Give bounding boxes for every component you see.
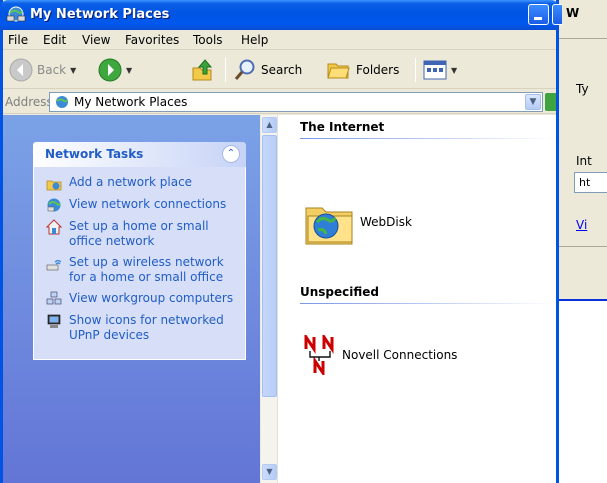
item-label: WebDisk: [360, 215, 412, 229]
scroll-up-icon[interactable]: ▲: [262, 117, 277, 133]
group-title-unspecified: Unspecified: [300, 285, 380, 299]
task-label: View network connections: [69, 197, 227, 211]
item-label: Novell Connections: [342, 348, 458, 362]
chevron-down-icon: ▼: [126, 65, 133, 75]
task-label: Show icons for networked UPnP devices: [69, 313, 224, 342]
forward-button[interactable]: ▼: [98, 55, 132, 85]
up-folder-button[interactable]: [191, 55, 213, 85]
task-view-network-connections[interactable]: View network connections: [34, 197, 245, 213]
toolbar: Back ▼ ▼ Search Folders ▼: [3, 51, 556, 89]
folders-label: Folders: [356, 63, 400, 77]
task-workgroup-computers[interactable]: View workgroup computers: [34, 291, 245, 307]
task-home-network[interactable]: Set up a home or small office network: [34, 219, 245, 249]
address-input[interactable]: My Network Places ▼: [49, 92, 543, 112]
add-network-place-icon: [46, 180, 62, 191]
task-label: Add a network place: [69, 175, 193, 189]
group-title-internet: The Internet: [300, 120, 385, 134]
menu-bar: File Edit View Favorites Tools Help: [3, 30, 556, 50]
views-icon: [423, 60, 447, 80]
dialog-view-link[interactable]: Vi: [576, 218, 587, 232]
toolbar-separator: [225, 58, 226, 82]
scrollbar-thumb[interactable]: [262, 135, 277, 397]
network-tasks-title: Network Tasks: [45, 147, 144, 161]
folders-button[interactable]: Folders: [326, 55, 399, 85]
back-button[interactable]: Back ▼: [9, 55, 76, 85]
minimize-button[interactable]: [528, 4, 549, 25]
network-places-icon: [6, 6, 26, 22]
task-label: View workgroup computers: [69, 291, 234, 305]
title-bar[interactable]: My Network Places: [0, 0, 562, 30]
network-tasks-box: Network Tasks ⌃ Add a network place View…: [33, 142, 246, 360]
forward-arrow-icon: [98, 58, 122, 82]
address-value: My Network Places: [74, 95, 188, 109]
home-network-icon: [46, 219, 62, 235]
menu-file[interactable]: File: [8, 33, 28, 47]
chevron-down-icon: ▼: [70, 65, 77, 75]
menu-help[interactable]: Help: [241, 33, 268, 47]
network-places-icon: [56, 96, 68, 108]
webdisk-folder-icon: [305, 207, 353, 245]
toolbar-separator: [415, 58, 416, 82]
upnp-devices-icon: [47, 314, 61, 328]
task-label: Set up a home or small office network: [69, 219, 209, 248]
workgroup-computers-icon: [46, 291, 62, 305]
dialog-url-field[interactable]: ht: [574, 172, 607, 193]
task-pane: Network Tasks ⌃ Add a network place View…: [3, 115, 260, 483]
address-label: Address: [5, 95, 53, 109]
vertical-scrollbar[interactable]: ▲ ▼: [261, 115, 278, 483]
menu-favorites[interactable]: Favorites: [125, 33, 179, 47]
search-icon: [234, 59, 255, 80]
folders-icon: [327, 63, 350, 79]
address-bar: Address My Network Places ▼: [3, 90, 556, 114]
network-tasks-header[interactable]: Network Tasks ⌃: [33, 142, 246, 167]
dialog-internet-label: Int: [576, 154, 592, 168]
scroll-down-icon[interactable]: ▼: [262, 464, 277, 480]
dialog-heading: W: [566, 6, 580, 20]
novell-icon: [304, 335, 334, 375]
item-webdisk[interactable]: WebDisk: [304, 198, 412, 246]
dialog-type-label: Ty: [576, 82, 589, 96]
wireless-network-icon: [46, 259, 62, 271]
group-divider: [300, 303, 555, 304]
menu-view[interactable]: View: [82, 33, 110, 47]
minimize-icon: [534, 17, 542, 20]
network-connections-icon: [47, 198, 61, 212]
search-button[interactable]: Search: [233, 55, 302, 85]
window-title: My Network Places: [30, 7, 170, 22]
collapse-chevron-icon[interactable]: ⌃: [222, 145, 240, 163]
views-button[interactable]: ▼: [423, 55, 457, 85]
group-divider: [300, 138, 555, 139]
menu-tools[interactable]: Tools: [193, 33, 223, 47]
content-area: ▲ ▼ The Internet WebDisk Unspecified Nov…: [261, 115, 556, 483]
network-tasks-list: Add a network place View network connect…: [33, 167, 246, 360]
go-button[interactable]: [545, 93, 556, 111]
maximize-button[interactable]: [552, 4, 562, 25]
task-show-upnp-icons[interactable]: Show icons for networked UPnP devices: [34, 313, 245, 343]
task-label: Set up a wireless network for a home or …: [69, 255, 224, 284]
menu-edit[interactable]: Edit: [43, 33, 66, 47]
address-dropdown-button[interactable]: ▼: [525, 94, 541, 110]
search-label: Search: [261, 63, 303, 77]
explorer-window: My Network Places File Edit View Favorit…: [0, 0, 562, 483]
back-label: Back: [37, 63, 67, 77]
item-novell-connections[interactable]: Novell Connections: [304, 335, 457, 375]
chevron-down-icon: ▼: [451, 65, 458, 75]
back-arrow-icon: [9, 58, 33, 82]
task-add-network-place[interactable]: Add a network place: [34, 175, 245, 191]
task-wireless-network[interactable]: Set up a wireless network for a home or …: [34, 255, 245, 285]
up-folder-icon: [192, 59, 213, 81]
